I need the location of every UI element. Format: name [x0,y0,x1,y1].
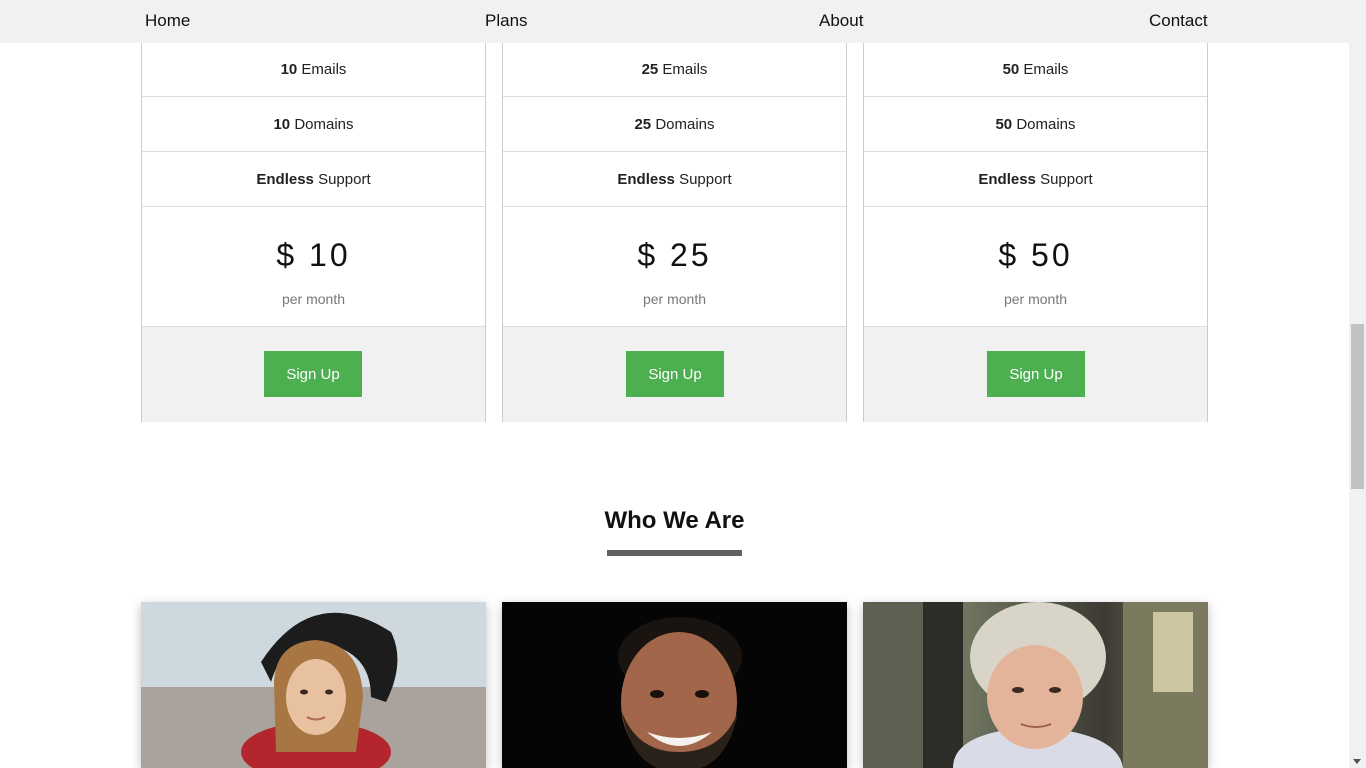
support-strong: Endless [256,171,314,188]
plan-feature-domains: 25 Domains [503,97,846,152]
plan-period: per month [1003,291,1068,307]
plan-cta-area: Sign Up [864,327,1207,422]
section-title-who-we-are: Who We Are [604,507,745,534]
pricing-card-basic: 10 Emails 10 Domains Endless Support $ 1… [141,0,486,422]
pricing-card-premium: 50 Emails 50 Domains Endless Support $ 5… [863,0,1208,422]
sign-up-button[interactable]: Sign Up [264,351,362,397]
domains-label: Domains [1012,116,1076,133]
plan-price: $ 25 [637,237,712,273]
support-strong: Endless [617,171,675,188]
support-label: Support [1035,171,1093,188]
domains-count: 50 [995,116,1013,133]
support-strong: Endless [978,171,1036,188]
plan-feature-support: Endless Support [864,152,1207,207]
domains-label: Domains [290,116,354,133]
plan-feature-domains: 50 Domains [864,97,1207,152]
nav-link-home[interactable]: Home [145,11,190,31]
domains-label: Domains [651,116,715,133]
plan-feature-emails: 10 Emails [142,42,485,97]
emails-label: Emails [1019,61,1069,78]
support-label: Support [674,171,732,188]
title-underline [607,550,742,556]
plan-price-box: $ 10 per month [142,207,485,327]
plan-price: $ 10 [276,237,351,273]
plan-feature-support: Endless Support [503,152,846,207]
nav-link-about[interactable]: About [819,11,863,31]
scrollbar-thumb[interactable] [1351,324,1364,489]
support-label: Support [313,171,371,188]
team-member-photo-1 [141,602,486,768]
pricing-card-pro: 25 Emails 25 Domains Endless Support $ 2… [502,0,847,422]
sign-up-button[interactable]: Sign Up [626,351,724,397]
emails-label: Emails [297,61,347,78]
emails-count: 50 [1002,61,1020,78]
plan-feature-emails: 50 Emails [864,42,1207,97]
plan-price-box: $ 50 per month [864,207,1207,327]
plan-cta-area: Sign Up [503,327,846,422]
team-photo-older-man [863,602,1208,768]
plan-cta-area: Sign Up [142,327,485,422]
sign-up-button[interactable]: Sign Up [987,351,1085,397]
emails-count: 10 [280,61,298,78]
team-photo-smiling-man [502,602,847,768]
team-photo-woman-hat [141,602,486,768]
plan-period: per month [281,291,346,307]
plan-feature-domains: 10 Domains [142,97,485,152]
plan-price: $ 50 [998,237,1073,273]
nav-link-plans[interactable]: Plans [485,11,528,31]
nav-link-contact[interactable]: Contact [1149,11,1208,31]
domains-count: 25 [634,116,652,133]
scroll-down-arrow-icon[interactable] [1353,759,1361,764]
emails-label: Emails [658,61,708,78]
domains-count: 10 [273,116,291,133]
plan-price-box: $ 25 per month [503,207,846,327]
page-scrollbar[interactable] [1349,0,1366,768]
plan-period: per month [642,291,707,307]
team-member-photo-3 [863,602,1208,768]
plan-feature-support: Endless Support [142,152,485,207]
emails-count: 25 [641,61,659,78]
team-member-photo-2 [502,602,847,768]
top-navbar: Home Plans About Contact [0,0,1349,43]
plan-feature-emails: 25 Emails [503,42,846,97]
